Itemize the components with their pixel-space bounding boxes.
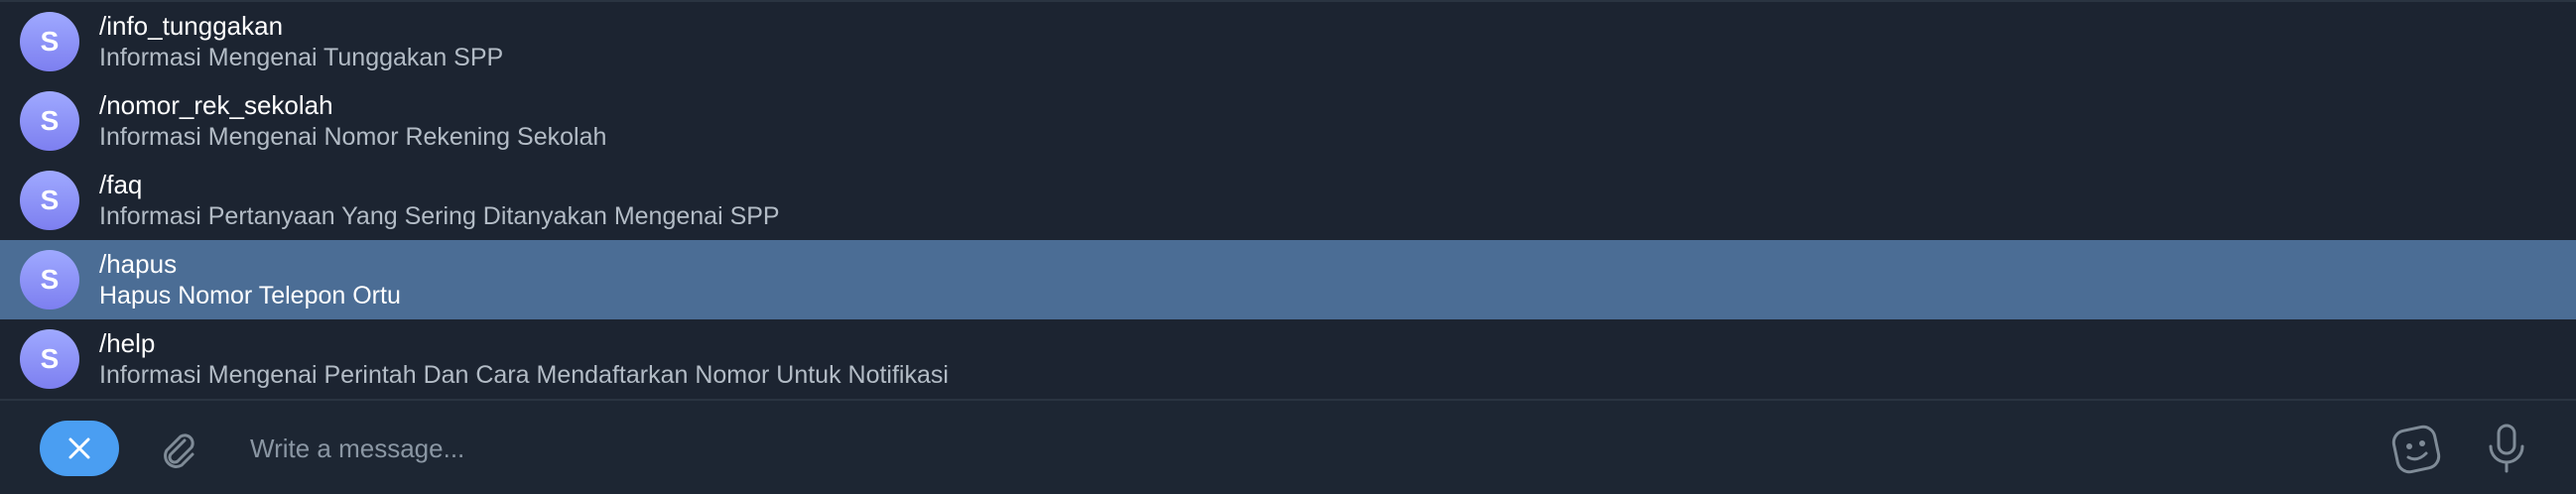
command-name: /nomor_rek_sekolah — [99, 90, 333, 120]
command-name: /faq — [99, 170, 143, 199]
command-text: /help Informasi Mengenai Perintah Dan Ca… — [99, 327, 949, 391]
command-suggestion-list: S /info_tunggakan Informasi Mengenai Tun… — [0, 0, 2576, 399]
command-text: /hapus Hapus Nomor Telepon Ortu — [99, 248, 401, 311]
paperclip-icon — [164, 433, 194, 468]
command-item-info-tunggakan[interactable]: S /info_tunggakan Informasi Mengenai Tun… — [0, 2, 2576, 81]
voice-message-button[interactable] — [2477, 419, 2536, 478]
sticker-icon — [2391, 425, 2441, 474]
command-text: /nomor_rek_sekolah Informasi Mengenai No… — [99, 89, 606, 153]
command-item-nomor-rek-sekolah[interactable]: S /nomor_rek_sekolah Informasi Mengenai … — [0, 81, 2576, 161]
bot-avatar: S — [20, 171, 79, 230]
command-description: Hapus Nomor Telepon Ortu — [99, 282, 401, 309]
command-item-hapus[interactable]: S /hapus Hapus Nomor Telepon Ortu — [0, 240, 2576, 319]
attach-button[interactable] — [149, 421, 208, 480]
command-item-help[interactable]: S /help Informasi Mengenai Perintah Dan … — [0, 319, 2576, 399]
sticker-button[interactable] — [2387, 419, 2447, 478]
command-description: Informasi Pertanyaan Yang Sering Ditanya… — [99, 202, 780, 230]
command-name: /help — [99, 328, 156, 358]
command-text: /faq Informasi Pertanyaan Yang Sering Di… — [99, 169, 780, 232]
message-input[interactable] — [248, 423, 2336, 474]
microphone-icon — [2489, 424, 2524, 473]
close-icon — [68, 437, 90, 459]
bot-avatar: S — [20, 329, 79, 389]
bot-avatar: S — [20, 12, 79, 71]
bot-avatar: S — [20, 91, 79, 151]
bot-avatar: S — [20, 250, 79, 309]
command-text: /info_tunggakan Informasi Mengenai Tungg… — [99, 10, 503, 73]
message-composer — [0, 399, 2576, 494]
command-item-faq[interactable]: S /faq Informasi Pertanyaan Yang Sering … — [0, 161, 2576, 240]
command-name: /hapus — [99, 249, 178, 279]
command-description: Informasi Mengenai Perintah Dan Cara Men… — [99, 361, 949, 389]
command-name: /info_tunggakan — [99, 11, 284, 41]
command-description: Informasi Mengenai Nomor Rekening Sekola… — [99, 123, 607, 151]
command-description: Informasi Mengenai Tunggakan SPP — [99, 44, 504, 71]
cancel-command-button[interactable] — [40, 421, 119, 476]
